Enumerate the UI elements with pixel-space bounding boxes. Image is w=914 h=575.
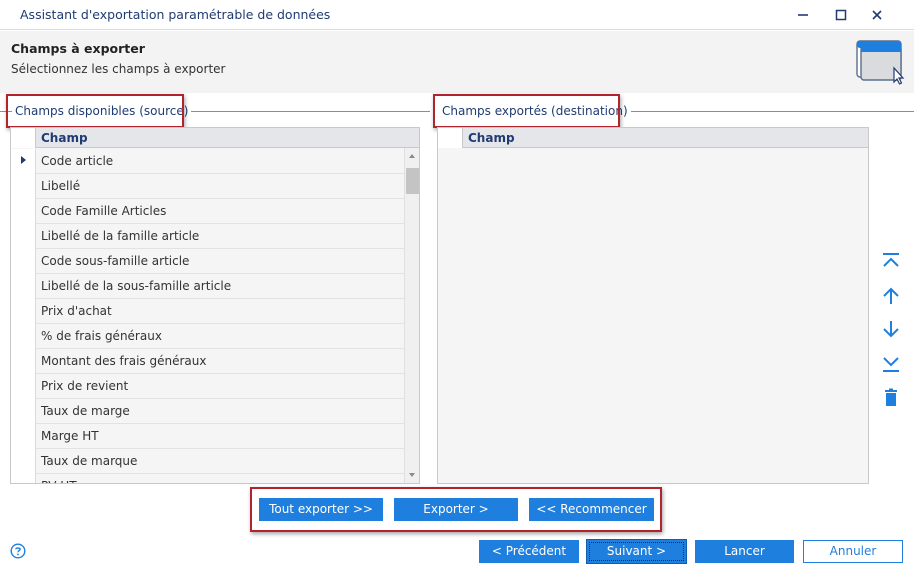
list-item[interactable]: Libellé de la sous-famille article xyxy=(11,274,404,299)
row-selector[interactable] xyxy=(11,449,36,474)
row-selector[interactable] xyxy=(11,224,36,249)
move-top-icon[interactable] xyxy=(880,251,902,273)
row-selector[interactable] xyxy=(11,349,36,374)
current-row-icon xyxy=(21,156,26,164)
reset-button[interactable]: << Recommencer xyxy=(529,498,654,521)
row-selector[interactable] xyxy=(11,174,36,199)
field-name: Montant des frais généraux xyxy=(41,354,207,368)
row-selector[interactable] xyxy=(11,299,36,324)
title-bar: Assistant d'exportation paramétrable de … xyxy=(0,0,914,30)
source-fields-grid[interactable]: Champ Code article Libellé Code Famille Ar… xyxy=(10,127,420,484)
list-item[interactable]: PV HT xyxy=(11,474,404,483)
field-name: Taux de marque xyxy=(41,454,138,468)
arrow-down-icon[interactable] xyxy=(880,318,902,340)
field-name: Libellé xyxy=(41,179,81,193)
move-bottom-icon[interactable] xyxy=(880,352,902,374)
arrow-up-icon[interactable] xyxy=(880,285,902,307)
field-name: PV HT xyxy=(41,479,77,483)
export-button[interactable]: Exporter > xyxy=(394,498,518,521)
help-icon[interactable] xyxy=(10,543,26,559)
list-item[interactable]: Libellé de la famille article xyxy=(11,224,404,249)
row-selector[interactable] xyxy=(11,249,36,274)
list-item[interactable]: % de frais généraux xyxy=(11,324,404,349)
next-button[interactable]: Suivant > xyxy=(587,540,686,563)
list-item[interactable]: Prix d'achat xyxy=(11,299,404,324)
list-item[interactable]: Montant des frais généraux xyxy=(11,349,404,374)
destination-fields-grid[interactable]: Champ xyxy=(437,127,869,484)
window-cursor-icon xyxy=(856,40,905,85)
field-name: Code article xyxy=(41,154,114,168)
step-subtitle: Sélectionnez les champs à exporter xyxy=(11,62,226,76)
list-item[interactable]: Code sous-famille article xyxy=(11,249,404,274)
field-name: Prix d'achat xyxy=(41,304,112,318)
scroll-down-icon[interactable] xyxy=(409,473,415,477)
column-header-champ[interactable]: Champ xyxy=(41,131,88,145)
step-title: Champs à exporter xyxy=(11,41,145,56)
list-item[interactable]: Taux de marque xyxy=(11,449,404,474)
list-item[interactable]: Code article xyxy=(11,149,404,174)
field-name: Marge HT xyxy=(41,429,99,443)
source-label-highlight xyxy=(6,94,184,128)
field-name: Code Famille Articles xyxy=(41,204,167,218)
close-icon[interactable] xyxy=(866,4,888,26)
grid-header: Champ xyxy=(11,128,419,148)
scroll-up-icon[interactable] xyxy=(409,154,415,158)
trash-icon[interactable] xyxy=(880,387,902,409)
scroll-thumb[interactable] xyxy=(406,168,419,194)
window-title: Assistant d'exportation paramétrable de … xyxy=(20,7,331,22)
field-name: % de frais généraux xyxy=(41,329,162,343)
field-name: Taux de marge xyxy=(41,404,130,418)
maximize-icon[interactable] xyxy=(830,4,852,26)
source-scrollbar[interactable] xyxy=(404,148,419,483)
list-item[interactable]: Code Famille Articles xyxy=(11,199,404,224)
field-name: Prix de revient xyxy=(41,379,129,393)
row-selector[interactable] xyxy=(11,149,36,174)
row-selector[interactable] xyxy=(11,399,36,424)
cancel-button[interactable]: Annuler xyxy=(803,540,903,563)
list-item[interactable]: Prix de revient xyxy=(11,374,404,399)
destination-label-highlight xyxy=(433,94,620,128)
field-name: Libellé de la famille article xyxy=(41,229,200,243)
list-item[interactable]: Taux de marge xyxy=(11,399,404,424)
row-selector[interactable] xyxy=(11,424,36,449)
wizard-header: Champs à exporter Sélectionnez les champ… xyxy=(0,31,914,93)
list-item[interactable]: Libellé xyxy=(11,174,404,199)
export-all-button[interactable]: Tout exporter >> xyxy=(259,498,383,521)
row-selector[interactable] xyxy=(11,374,36,399)
previous-button[interactable]: < Précédent xyxy=(479,540,579,563)
list-item[interactable]: Marge HT xyxy=(11,424,404,449)
destination-group-line xyxy=(612,111,914,112)
launch-button[interactable]: Lancer xyxy=(695,540,794,563)
row-selector[interactable] xyxy=(11,199,36,224)
minimize-icon[interactable] xyxy=(792,4,814,26)
row-selector-header xyxy=(438,128,463,148)
grid-header: Champ xyxy=(438,128,868,148)
row-selector-header xyxy=(11,128,36,148)
column-header-champ[interactable]: Champ xyxy=(468,131,515,145)
row-selector[interactable] xyxy=(11,474,36,483)
row-selector[interactable] xyxy=(11,324,36,349)
field-name: Libellé de la sous-famille article xyxy=(41,279,232,293)
field-name: Code sous-famille article xyxy=(41,254,190,268)
row-selector[interactable] xyxy=(11,274,36,299)
